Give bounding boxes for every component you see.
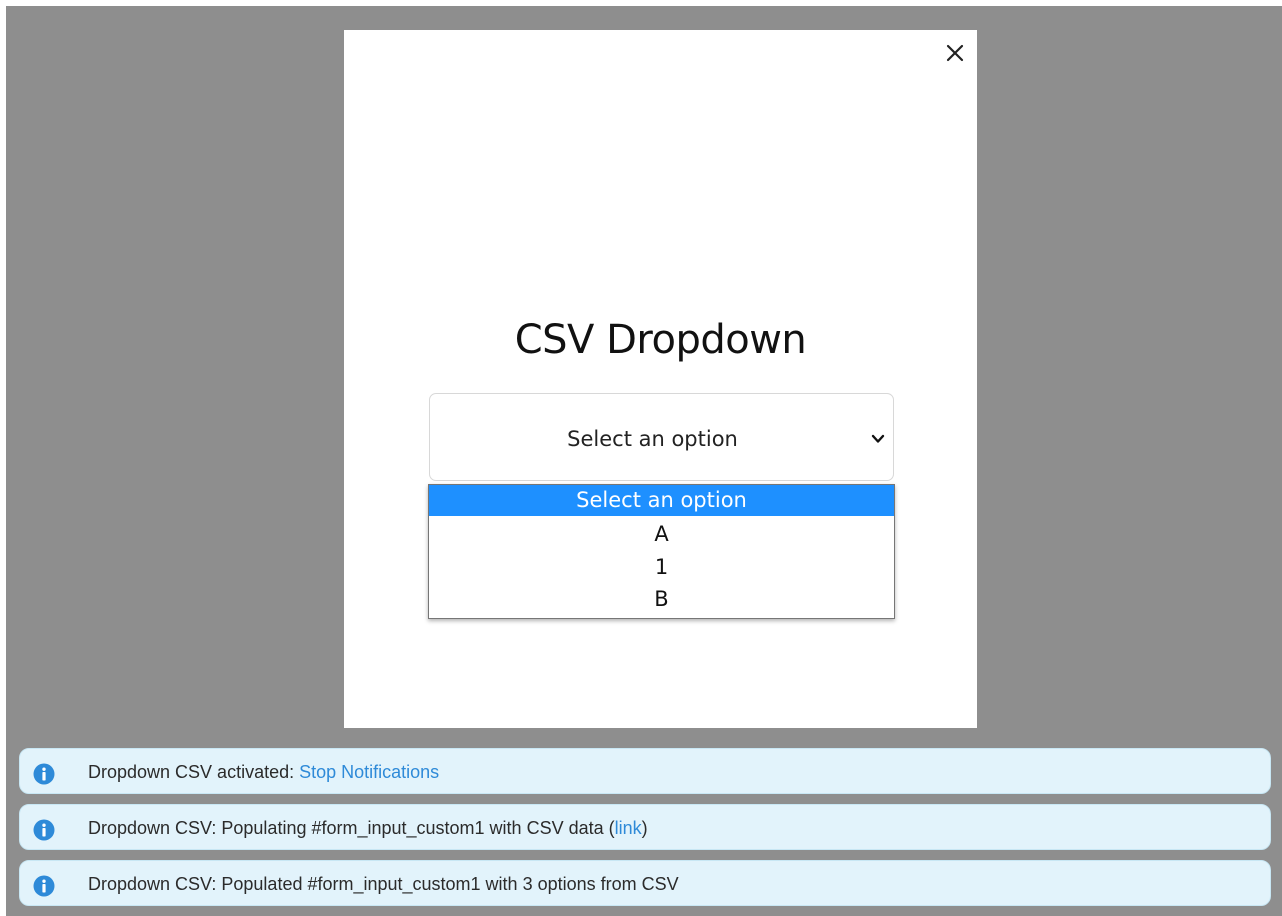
notification-message: Dropdown CSV activated:	[88, 762, 300, 782]
notification-populating: Dropdown CSV: Populating #form_input_cus…	[19, 804, 1271, 850]
notification-text: Dropdown CSV: Populating #form_input_cus…	[88, 818, 648, 839]
notification-activated: Dropdown CSV activated: Stop Notificatio…	[19, 748, 1271, 794]
notification-suffix: )	[641, 818, 648, 838]
info-icon	[33, 819, 55, 841]
info-icon	[33, 763, 55, 785]
dropdown-option[interactable]: A	[429, 519, 894, 550]
modal-overlay[interactable]: CSV Dropdown Select an option Select an …	[6, 6, 1282, 916]
notification-text: Dropdown CSV activated: Stop Notificatio…	[88, 762, 439, 783]
dropdown-option[interactable]: 1	[429, 552, 894, 583]
close-button[interactable]	[942, 40, 968, 66]
chevron-down-icon	[871, 434, 885, 443]
dropdown-option[interactable]: Select an option	[429, 485, 894, 516]
notification-text: Dropdown CSV: Populated #form_input_cust…	[88, 874, 679, 894]
notification-message: Dropdown CSV: Populating #form_input_cus…	[88, 818, 615, 838]
notification-populated: Dropdown CSV: Populated #form_input_cust…	[19, 860, 1271, 906]
csv-dropdown-select[interactable]: Select an option	[429, 393, 894, 481]
dropdown-option[interactable]: B	[429, 584, 894, 615]
modal-dialog: CSV Dropdown Select an option Select an …	[344, 30, 977, 728]
select-current-value: Select an option	[567, 427, 738, 451]
stop-notifications-link[interactable]: Stop Notifications	[299, 762, 439, 782]
modal-title: CSV Dropdown	[514, 317, 807, 363]
info-icon	[33, 875, 55, 897]
csv-data-link[interactable]: link	[615, 818, 642, 838]
close-icon	[946, 44, 964, 62]
dropdown-options-list: Select an option A 1 B	[428, 484, 895, 619]
